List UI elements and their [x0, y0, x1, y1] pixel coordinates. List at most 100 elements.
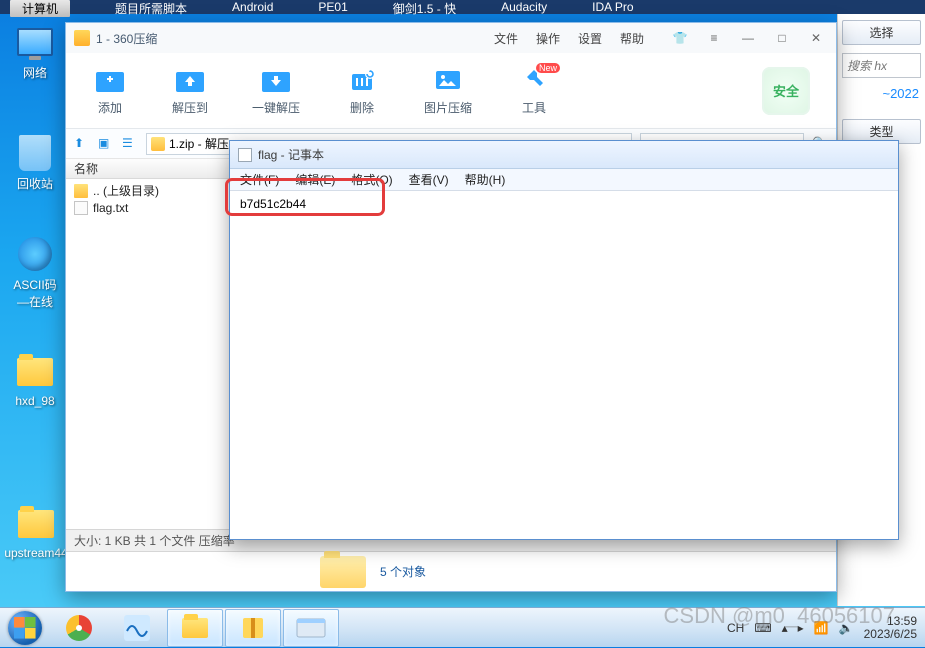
ribbon-label: 添加: [98, 99, 122, 116]
notepad-titlebar[interactable]: flag - 记事本: [230, 141, 898, 169]
ribbon-delete[interactable]: 删除: [344, 65, 380, 116]
taskbar-items: [50, 608, 340, 647]
archive-preview-bar: 5 个对象: [66, 551, 836, 591]
list-row-label: flag.txt: [93, 201, 128, 215]
nav-copy-icon[interactable]: ▣: [98, 136, 114, 152]
archive-menu-help[interactable]: 帮助: [620, 30, 644, 47]
desktop-icon-label: 回收站: [17, 175, 53, 192]
archive-window-buttons: 👕 ≡ — □ ✕: [668, 31, 828, 45]
top-tab-1[interactable]: Android: [232, 0, 273, 14]
tray-keyboard-icon[interactable]: ⌨: [754, 621, 771, 635]
np-menu-file[interactable]: 文件(F): [240, 171, 279, 188]
tray-flag-icon[interactable]: ▸: [798, 621, 804, 635]
np-menu-help[interactable]: 帮助(H): [465, 171, 506, 188]
ribbon-add[interactable]: 添加: [92, 65, 128, 116]
desktop-icon-label: upstream44: [4, 546, 67, 560]
ribbon-image-compress[interactable]: 图片压缩: [424, 65, 472, 116]
select-button[interactable]: 选择: [842, 20, 921, 45]
top-tab-5[interactable]: IDA Pro: [592, 0, 633, 14]
archive-ribbon: 添加 解压到 一键解压 删除 图片压缩 New工具 安全: [66, 53, 836, 129]
network-icon: [17, 28, 53, 56]
np-menu-edit[interactable]: 编辑(E): [295, 171, 335, 188]
taskbar-wireshark[interactable]: [109, 609, 165, 647]
tray-date: 2023/6/25: [864, 628, 917, 641]
folder-icon: [74, 184, 88, 198]
notepad-menu: 文件(F) 编辑(E) 格式(O) 查看(V) 帮助(H): [230, 169, 898, 191]
desktop-icon-recycle[interactable]: 回收站: [6, 133, 64, 192]
preview-folder-icon: [320, 556, 366, 588]
minimize-button[interactable]: —: [736, 31, 760, 45]
top-tab-0[interactable]: 题目所需脚本: [115, 0, 187, 17]
tray-time: 13:59: [864, 615, 917, 628]
recycle-bin-icon: [19, 135, 51, 171]
ribbon-extract-to[interactable]: 解压到: [172, 65, 208, 116]
list-row-label: .. (上级目录): [93, 182, 159, 199]
windows-orb-icon: [8, 611, 42, 645]
archive-logo-icon: [74, 30, 90, 46]
clothes-icon[interactable]: 👕: [668, 31, 692, 45]
safe-badge: 安全: [762, 67, 810, 115]
taskbar-notepad[interactable]: [283, 609, 339, 647]
ribbon-label: 图片压缩: [424, 99, 472, 116]
notepad-window: flag - 记事本 文件(F) 编辑(E) 格式(O) 查看(V) 帮助(H)…: [229, 140, 899, 540]
desktop-icon-ascii[interactable]: ASCII码 —在线: [6, 234, 64, 310]
zip-icon: [151, 137, 165, 151]
desktop-icon-label: 网络: [23, 64, 47, 81]
ribbon-one-click[interactable]: 一键解压: [252, 65, 300, 116]
chrome-icon: [66, 615, 92, 641]
tools-icon[interactable]: ≡: [702, 31, 726, 45]
desktop-icon-network[interactable]: 网络: [6, 22, 64, 81]
notepad-title-text: flag - 记事本: [258, 146, 324, 163]
ribbon-label: 解压到: [172, 99, 208, 116]
desktop-icon-hxd[interactable]: hxd_98: [6, 352, 64, 408]
desktop-icon-label: ASCII码 —在线: [13, 276, 56, 310]
notepad-text-area[interactable]: b7d51c2b44: [230, 191, 898, 539]
top-tab-2[interactable]: PE01: [318, 0, 347, 14]
np-menu-format[interactable]: 格式(O): [351, 171, 392, 188]
folder-icon: [182, 618, 208, 638]
tray-chevron-up-icon[interactable]: ▴: [782, 621, 788, 635]
archive-menu: 文件 操作 设置 帮助: [494, 30, 644, 47]
tray-sound-icon[interactable]: 🔈: [839, 621, 854, 635]
ribbon-label: 删除: [350, 99, 374, 116]
year-link[interactable]: ~2022: [842, 86, 921, 101]
archive-titlebar[interactable]: 1 - 360压缩 文件 操作 设置 帮助 👕 ≡ — □ ✕: [66, 23, 836, 53]
ie-icon: [18, 237, 52, 271]
path-text: 1.zip - 解压: [169, 135, 229, 152]
tray-clock[interactable]: 13:59 2023/6/25: [864, 615, 917, 641]
nav-up-icon[interactable]: ⬆: [74, 136, 90, 152]
taskbar-chrome[interactable]: [51, 609, 107, 647]
archive-menu-settings[interactable]: 设置: [578, 30, 602, 47]
desktop-icons-column: 网络 回收站 ASCII码 —在线 hxd_98: [6, 22, 64, 408]
top-tab-active[interactable]: 计算机: [10, 0, 70, 17]
new-badge: New: [536, 63, 560, 73]
nav-list-icon[interactable]: ☰: [122, 136, 138, 152]
ribbon-label: 一键解压: [252, 99, 300, 116]
taskbar-archive[interactable]: [225, 609, 281, 647]
maximize-button[interactable]: □: [770, 31, 794, 45]
np-menu-view[interactable]: 查看(V): [409, 171, 449, 188]
archive-title-text: 1 - 360压缩: [96, 30, 157, 47]
safe-text: 安全: [762, 67, 810, 115]
tray-lang[interactable]: CH: [727, 621, 744, 635]
desktop-icon-label: hxd_98: [15, 394, 54, 408]
ribbon-label: 工具: [522, 99, 546, 116]
taskbar-explorer[interactable]: [167, 609, 223, 647]
start-button[interactable]: [0, 608, 50, 648]
folder-icon: [18, 510, 54, 538]
search-input[interactable]: 搜索 hx: [842, 53, 921, 78]
text-file-icon: [74, 201, 88, 215]
notepad-content: b7d51c2b44: [240, 197, 306, 211]
top-tab-4[interactable]: Audacity: [501, 0, 547, 14]
close-button[interactable]: ✕: [804, 31, 828, 45]
desktop-icon-upstream[interactable]: upstream44: [6, 504, 66, 574]
tray-network-icon[interactable]: 📶: [814, 621, 829, 635]
notepad-icon: [238, 148, 252, 162]
preview-text: 5 个对象: [380, 563, 426, 580]
archive-menu-operate[interactable]: 操作: [536, 30, 560, 47]
taskbar-tray: CH ⌨ ▴ ▸ 📶 🔈 13:59 2023/6/25: [727, 615, 925, 641]
archive-menu-file[interactable]: 文件: [494, 30, 518, 47]
taskbar: CH ⌨ ▴ ▸ 📶 🔈 13:59 2023/6/25: [0, 607, 925, 647]
top-tab-3[interactable]: 御剑1.5 - 快: [393, 0, 456, 17]
ribbon-tools[interactable]: New工具: [516, 65, 552, 116]
